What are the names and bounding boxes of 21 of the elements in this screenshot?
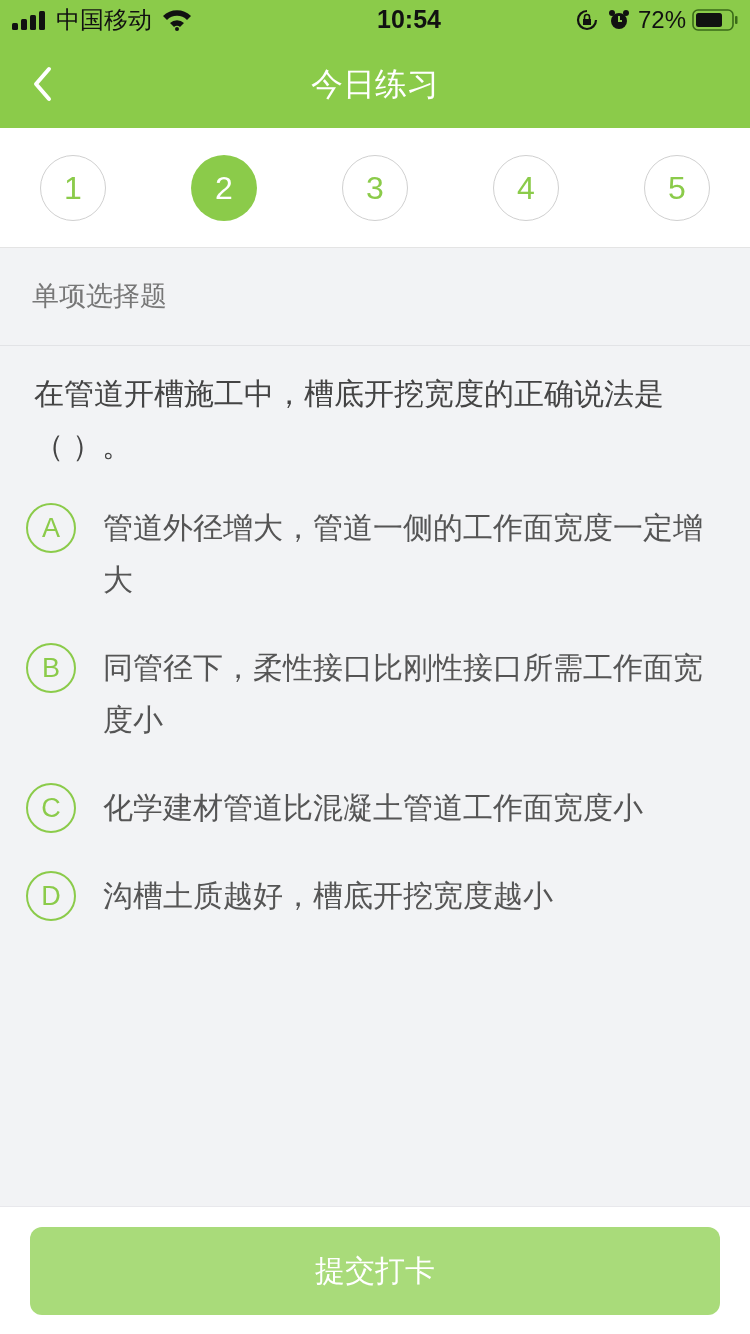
answer-option[interactable]: D 沟槽土质越好，槽底开挖宽度越小 [26, 870, 710, 922]
answer-option[interactable]: A 管道外径增大，管道一侧的工作面宽度一定增大 [26, 502, 710, 606]
question-type: 单项选择题 [32, 280, 167, 314]
question-number-button[interactable]: 3 [342, 154, 408, 221]
rotation-lock-icon [575, 9, 598, 31]
question-text: 在管道开槽施工中，槽底开挖宽度的正确说法是（ ）。 [34, 376, 665, 464]
question-number-button[interactable]: 5 [644, 154, 710, 221]
wifi-icon [162, 9, 192, 31]
alarm-icon [607, 9, 630, 31]
answer-option[interactable]: C 化学建材管道比混凝土管道工作面宽度小 [26, 782, 710, 834]
carrier-name: 中国移动 [56, 5, 152, 35]
question-number-button[interactable]: 2 [191, 154, 257, 221]
battery-percent: 72% [637, 5, 686, 35]
answer-option[interactable]: B 同管径下，柔性接口比刚性接口所需工作面宽度小 [26, 642, 710, 746]
signal-icon [12, 10, 48, 30]
question-number-button[interactable]: 4 [493, 154, 559, 221]
battery-icon [692, 9, 738, 31]
clock-time: 10:54 [377, 4, 441, 36]
page-title: 今日练习 [311, 65, 439, 104]
question-number-button[interactable]: 1 [40, 154, 106, 221]
chevron-left-icon [31, 66, 53, 102]
